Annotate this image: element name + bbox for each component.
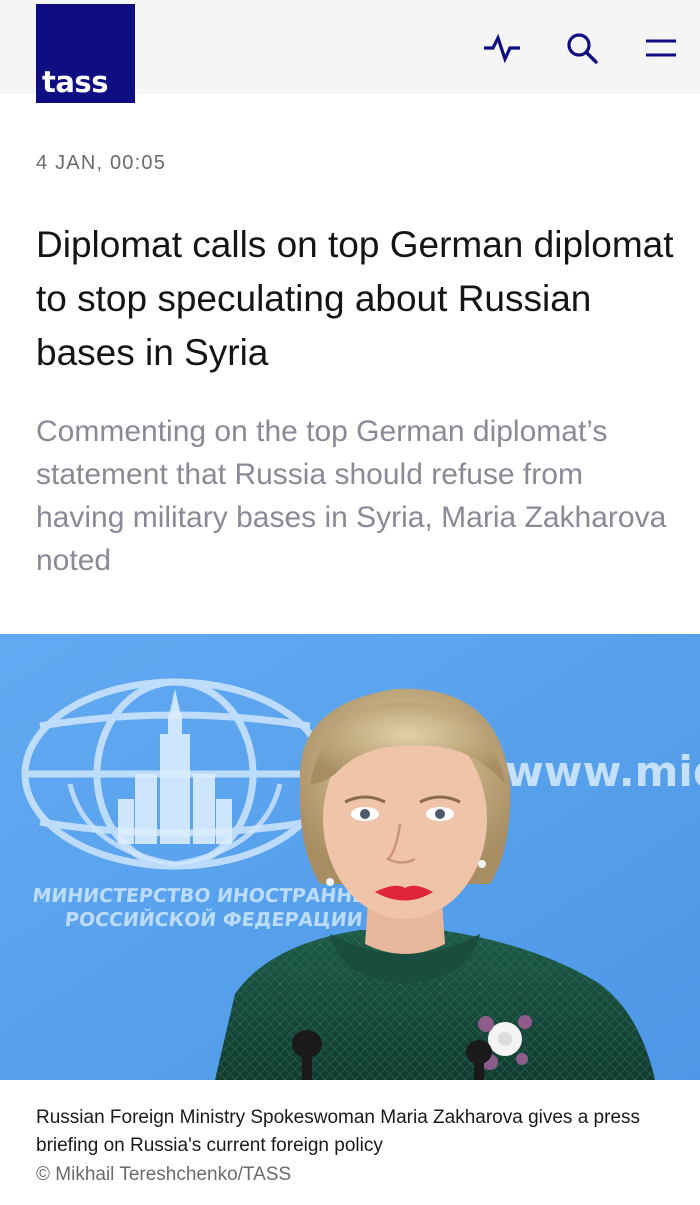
photo-credit: © Mikhail Tereshchenko/TASS [36,1164,292,1185]
search-icon[interactable] [562,28,602,68]
article-headline: Diplomat calls on top German diplomat to… [36,224,674,373]
pulse-icon[interactable] [482,28,522,68]
article-date: 4 JAN, 00:05 [36,152,167,174]
photo-illustration: МИНИСТЕРСТВО ИНОСТРАННЫХ ДЕЛ РОССИЙСКОЙ … [0,634,700,1080]
site-header: tass [0,0,700,103]
logo-text: tass [42,65,108,99]
article-photo[interactable]: МИНИСТЕРСТВО ИНОСТРАННЫХ ДЕЛ РОССИЙСКОЙ … [0,634,700,1080]
article-page: tass 4 JAN, 00:05 Diplomat calls on top … [0,0,700,1205]
menu-icon[interactable] [640,28,680,68]
backdrop-url-text: www.mid.ru [505,747,700,796]
photo-caption: Russian Foreign Ministry Spokeswoman Mar… [36,1107,641,1156]
emblem-text-2: РОССИЙСКОЙ ФЕДЕРАЦИИ [64,908,364,931]
tass-logo[interactable]: tass [36,4,135,103]
article-lead: Commenting on the top German diplomat’s … [36,415,667,577]
